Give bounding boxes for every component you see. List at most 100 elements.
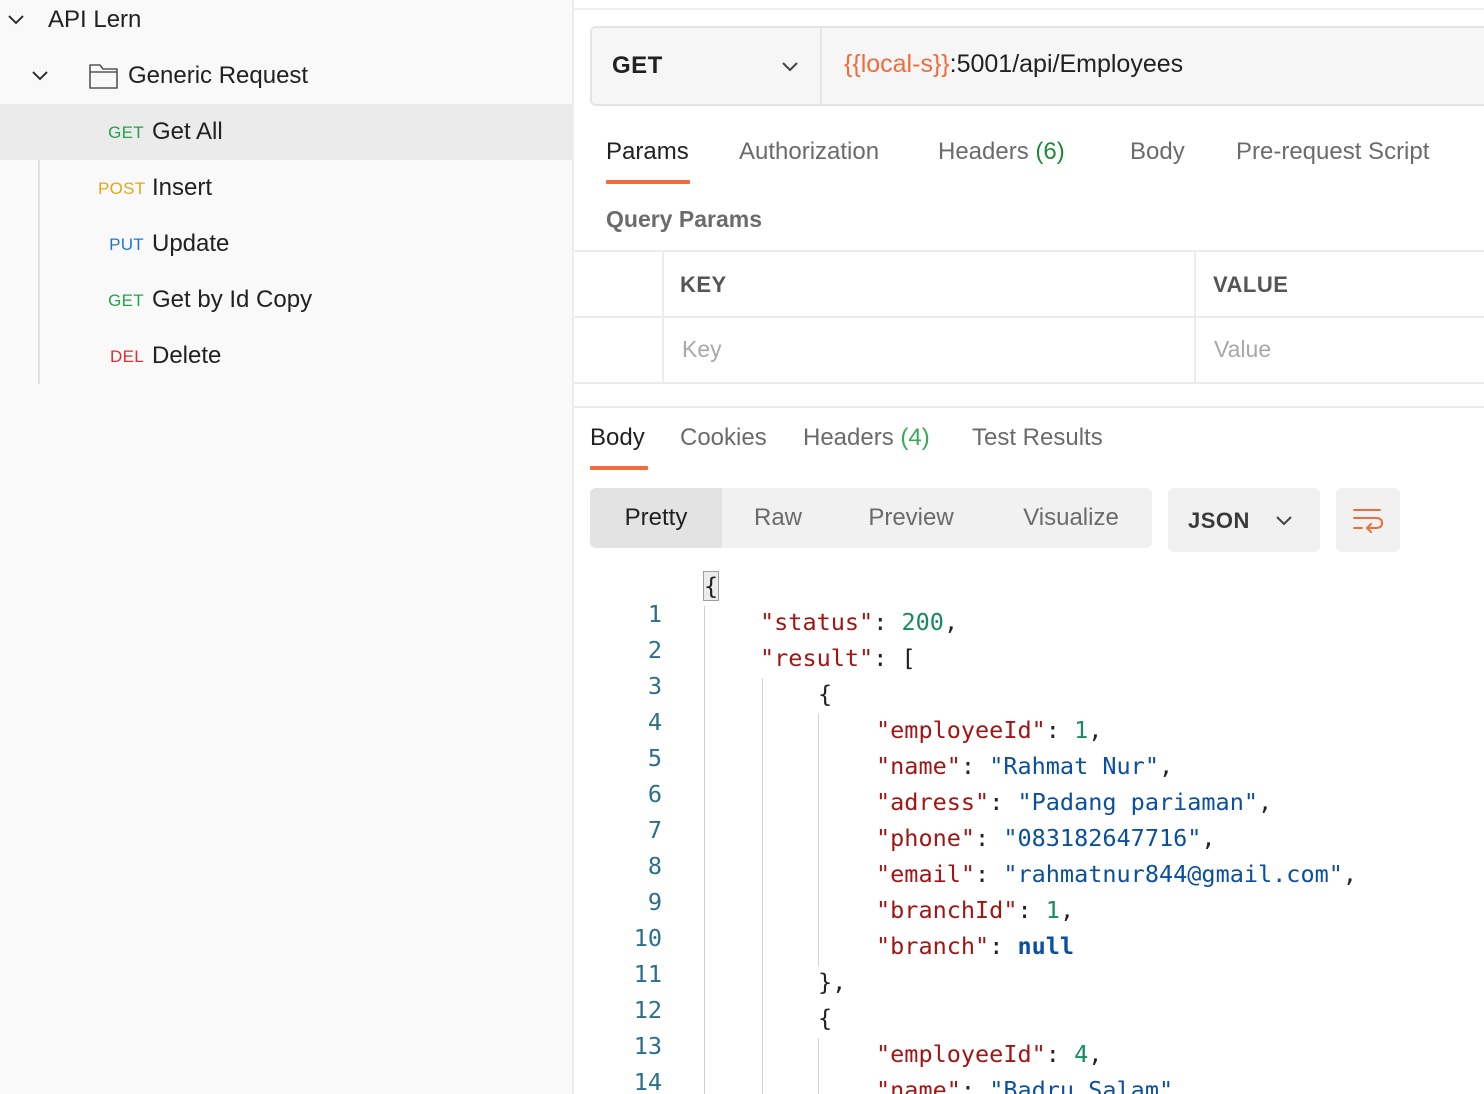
code-line: 9 "email": "rahmatnur844@gmail.com",	[574, 860, 1484, 916]
code-line: 12 },	[574, 968, 1484, 1024]
response-divider[interactable]	[574, 406, 1484, 408]
folder-name: Generic Request	[128, 62, 309, 89]
json-number: 4	[1074, 1040, 1089, 1068]
json-key: "name"	[876, 1076, 961, 1094]
request-name: Get by Id Copy	[152, 286, 313, 313]
json-key: "employeeId"	[876, 716, 1046, 744]
request-item-get-by-id-copy[interactable]: GET Get by Id Copy	[0, 272, 572, 328]
view-preview-button[interactable]: Preview	[848, 488, 974, 548]
code-line: 4 {	[574, 680, 1484, 736]
method-tag: DEL	[110, 347, 144, 366]
format-value: JSON	[1188, 508, 1250, 533]
request-item-update[interactable]: PUT Update	[0, 216, 572, 272]
request-name: Get All	[152, 118, 223, 145]
json-brace: {	[818, 1004, 833, 1032]
tab-params[interactable]: Params	[606, 138, 689, 166]
method-tag: POST	[98, 179, 146, 198]
code-line: 1 {	[574, 571, 1484, 628]
code-line: 8 "phone": "083182647716",	[574, 824, 1484, 880]
value-input[interactable]: Value	[1214, 336, 1271, 363]
json-bracket: [	[901, 644, 916, 672]
table-border	[662, 250, 664, 384]
tab-response-body[interactable]: Body	[590, 424, 645, 452]
json-brace: {	[818, 680, 833, 708]
request-name: Delete	[152, 342, 222, 369]
wrap-lines-icon	[1353, 509, 1383, 533]
view-mode-toggle: Pretty Raw Preview Visualize	[590, 488, 1152, 548]
code-line: 2 "status": 200,	[574, 608, 1484, 664]
tab-test-results[interactable]: Test Results	[972, 424, 1103, 452]
json-brace: },	[818, 968, 847, 996]
tab-headers-label: Headers	[938, 138, 1029, 165]
json-string: "083182647716"	[1003, 824, 1202, 852]
json-number: 1	[1045, 896, 1060, 924]
value-column-header: VALUE	[1213, 272, 1289, 297]
json-key: "employeeId"	[876, 1040, 1046, 1068]
code-line: 14 "employeeId": 4,	[574, 1040, 1484, 1094]
sidebar: API Lern Generic Request GET Get All POS…	[0, 0, 572, 1094]
method-tag: GET	[108, 291, 144, 310]
collection-name: API Lern	[48, 6, 142, 33]
json-key: "result"	[760, 644, 874, 672]
json-key: "branch"	[876, 932, 990, 960]
chevron-down-icon[interactable]	[6, 10, 26, 30]
code-line: 3 "result": [	[574, 644, 1484, 700]
url-path: :5001/api/Employees	[949, 50, 1184, 78]
tab-headers[interactable]: Headers (6)	[938, 138, 1065, 166]
wrap-lines-button[interactable]	[1336, 488, 1400, 552]
active-tab-indicator	[590, 466, 648, 470]
tab-body[interactable]: Body	[1130, 138, 1185, 166]
json-key: "name"	[876, 752, 961, 780]
json-number: 200	[901, 608, 944, 636]
chevron-down-icon	[1274, 510, 1294, 530]
request-item-delete[interactable]: DEL Delete	[0, 328, 572, 384]
tab-response-headers-label: Headers	[803, 424, 894, 451]
query-params-table: KEY VALUE Key Value	[574, 250, 1484, 384]
view-visualize-button[interactable]: Visualize	[1000, 488, 1142, 548]
tab-cookies[interactable]: Cookies	[680, 424, 767, 452]
tab-response-headers[interactable]: Headers (4)	[803, 424, 930, 452]
code-line: 13 {	[574, 1004, 1484, 1060]
json-key: "phone"	[876, 824, 976, 852]
response-body-viewer[interactable]: 1 { 2 "status": 200, 3 "result": [ 4 { 5…	[574, 570, 1484, 1094]
response-headers-count-badge: (4)	[900, 424, 930, 451]
method-tag: PUT	[109, 235, 144, 254]
json-brace: {	[702, 571, 720, 601]
method-select[interactable]: GET	[592, 28, 822, 104]
method-value: GET	[612, 52, 663, 79]
json-string: "Rahmat Nur"	[989, 752, 1159, 780]
request-panel: GET {{local-s}}:5001/api/Employees Param…	[574, 0, 1484, 1094]
json-null: null	[1017, 932, 1075, 960]
code-line: 7 "adress": "Padang pariaman",	[574, 788, 1484, 844]
active-tab-indicator	[606, 180, 690, 184]
json-key: "status"	[760, 608, 874, 636]
key-input[interactable]: Key	[682, 336, 722, 363]
request-item-get-all[interactable]: GET Get All	[0, 104, 572, 160]
json-number: 1	[1074, 716, 1089, 744]
table-border	[1194, 250, 1196, 384]
view-pretty-button[interactable]: Pretty	[590, 488, 722, 548]
table-border	[574, 250, 1484, 252]
json-key: "email"	[876, 860, 976, 888]
format-select[interactable]: JSON	[1168, 488, 1320, 552]
folder-row[interactable]: Generic Request	[0, 48, 572, 104]
folder-icon	[88, 61, 120, 91]
code-line: 6 "name": "Rahmat Nur",	[574, 752, 1484, 808]
table-border	[574, 316, 1484, 318]
json-string: "Padang pariaman"	[1017, 788, 1259, 816]
request-name: Update	[152, 230, 230, 257]
json-string: "rahmatnur844@gmail.com"	[1003, 860, 1343, 888]
chevron-down-icon	[780, 56, 800, 76]
request-item-insert[interactable]: POST Insert	[0, 160, 572, 216]
headers-count-badge: (6)	[1035, 138, 1065, 165]
request-name: Insert	[152, 174, 213, 201]
tab-pre-request-script[interactable]: Pre-request Script	[1236, 138, 1429, 166]
tab-authorization[interactable]: Authorization	[739, 138, 879, 166]
collection-row[interactable]: API Lern	[0, 0, 572, 48]
chevron-down-icon[interactable]	[30, 66, 50, 86]
view-raw-button[interactable]: Raw	[722, 488, 834, 548]
url-bar: GET {{local-s}}:5001/api/Employees	[590, 26, 1484, 106]
url-variable: {{local-s}}	[844, 50, 950, 78]
url-input[interactable]: {{local-s}}:5001/api/Employees	[844, 50, 1183, 79]
code-line: 5 "employeeId": 1,	[574, 716, 1484, 772]
